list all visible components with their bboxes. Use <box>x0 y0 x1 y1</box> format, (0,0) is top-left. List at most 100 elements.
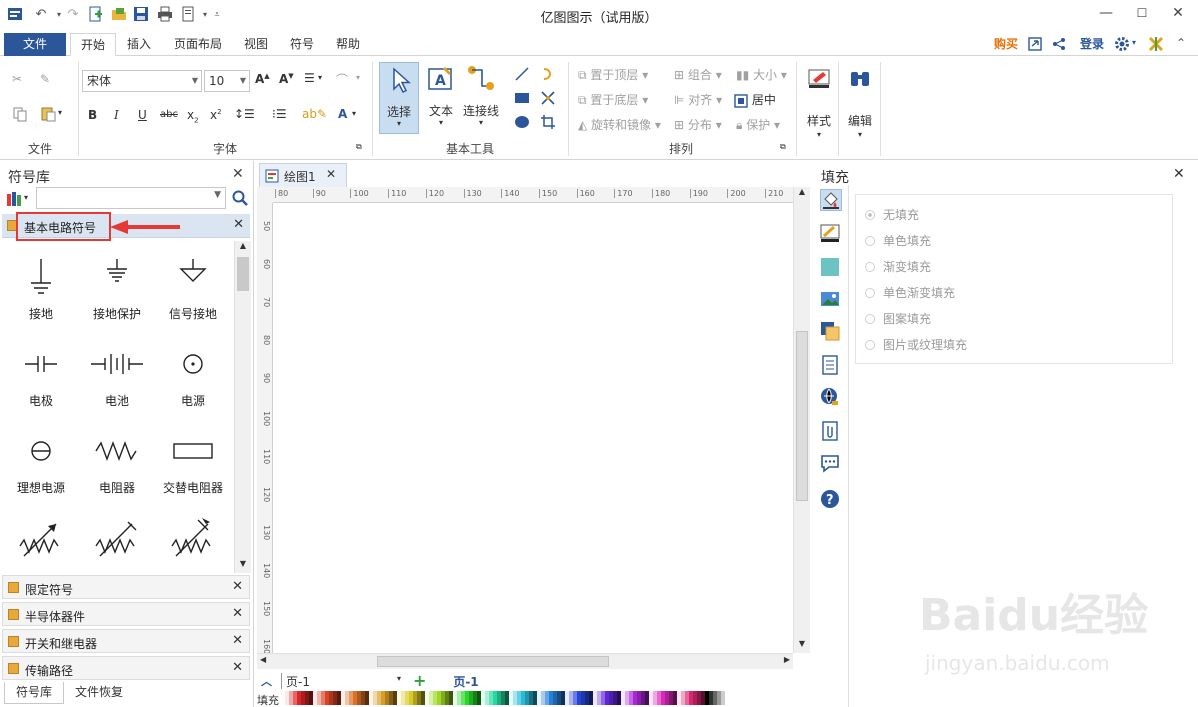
tab-file[interactable]: 文件 <box>4 33 66 56</box>
fill-option-gradient[interactable]: 渐变填充 <box>865 258 931 275</box>
close-icon[interactable]: ✕ <box>232 660 243 675</box>
symbol-battery[interactable]: 电池 <box>79 338 155 424</box>
close-icon[interactable]: ✕ <box>326 167 336 181</box>
symbol-ground[interactable]: 接地 <box>3 251 79 337</box>
page-select[interactable]: 页-1 ▾ <box>281 673 405 689</box>
distribute-button[interactable]: ⊞ 分布 ▾ <box>674 116 722 133</box>
align-text-icon[interactable]: ☰ <box>304 71 315 85</box>
text-arc-dropdown-icon[interactable]: ▾ <box>356 73 360 82</box>
undo-icon[interactable]: ↶ <box>32 6 50 24</box>
cut-icon[interactable]: ✂ <box>12 72 22 86</box>
close-icon[interactable]: ✕ <box>232 166 244 182</box>
settings-dropdown-icon[interactable]: ▾ <box>1132 38 1136 47</box>
screen-share-icon[interactable] <box>1028 37 1042 54</box>
chevron-up-icon[interactable]: ︿ <box>261 673 272 689</box>
crop-tool-icon[interactable] <box>540 114 556 133</box>
fill-bucket-icon[interactable] <box>820 189 842 211</box>
fill-option-single-gradient[interactable]: 单色渐变填充 <box>865 284 955 301</box>
image-icon[interactable] <box>820 289 842 311</box>
add-page-button[interactable]: + <box>413 671 426 690</box>
fill-option-none[interactable]: 无填充 <box>865 206 919 223</box>
color-swatch[interactable] <box>725 691 729 705</box>
rotate-mirror-button[interactable]: ◭ 旋转和镜像 ▾ <box>578 116 661 133</box>
buy-link[interactable]: 购买 <box>988 33 1024 56</box>
tab-symbols[interactable]: 符号 <box>282 33 322 56</box>
rectangle-tool-icon[interactable] <box>514 90 530 109</box>
open-file-icon[interactable] <box>110 6 128 24</box>
paste-icon[interactable] <box>40 106 56 125</box>
align-button[interactable]: ⊫ 对齐 ▾ <box>674 91 722 108</box>
close-button[interactable]: ✕ <box>1160 0 1196 28</box>
page-tab[interactable]: 页-1 <box>441 673 491 689</box>
share-icon[interactable] <box>1052 37 1066 54</box>
edit-button[interactable]: 编辑 ▾ <box>843 64 877 152</box>
tab-help[interactable]: 帮助 <box>328 33 368 56</box>
ellipse-tool-icon[interactable] <box>514 114 530 133</box>
symbol-variable-resistor[interactable] <box>3 512 79 572</box>
font-size-select[interactable]: 10 ▼ <box>204 70 250 92</box>
scroll-down-icon[interactable]: ▼ <box>794 639 810 653</box>
font-dialog-launcher-icon[interactable]: ⧉ <box>356 142 362 152</box>
customize-quick-access-icon[interactable]: ⩡ <box>208 6 226 24</box>
size-button[interactable]: ▮▮ 大小 ▾ <box>736 66 787 83</box>
symbol-adjustable-resistor[interactable] <box>155 512 231 572</box>
save-icon[interactable] <box>132 6 150 24</box>
scroll-left-icon[interactable]: ◀ <box>260 655 266 664</box>
comment-icon[interactable] <box>820 453 842 475</box>
login-link[interactable]: 登录 <box>1074 33 1110 56</box>
search-icon[interactable] <box>232 190 248 209</box>
bold-button[interactable]: B <box>88 108 97 122</box>
library-header-qualifiers[interactable]: 限定符号 ✕ <box>2 575 250 599</box>
align-dropdown-icon[interactable]: ▾ <box>318 73 322 82</box>
scroll-thumb[interactable] <box>377 656 609 667</box>
tab-insert[interactable]: 插入 <box>118 33 160 56</box>
bring-to-front-button[interactable]: ⧉ 置于顶层 ▾ <box>578 66 648 83</box>
line-tool-icon[interactable] <box>514 66 530 85</box>
print-icon[interactable] <box>156 6 174 24</box>
tab-symbol-library[interactable]: 符号库 <box>4 682 64 704</box>
library-dropdown-icon[interactable]: ▾ <box>24 193 28 202</box>
center-button[interactable]: 居中 <box>734 91 776 108</box>
maximize-button[interactable]: ☐ <box>1124 0 1160 28</box>
grow-font-icon[interactable]: A▲ <box>255 72 270 86</box>
strikethrough-button[interactable]: abc <box>160 109 178 120</box>
tab-file-recovery[interactable]: 文件恢复 <box>68 682 130 704</box>
font-color-dropdown-icon[interactable]: ▾ <box>352 109 356 118</box>
canvas-vertical-scrollbar[interactable]: ▲ ▼ <box>793 187 810 653</box>
arc-tool-icon[interactable] <box>540 66 556 85</box>
arrange-dialog-launcher-icon[interactable]: ⧉ <box>780 142 786 152</box>
bullet-list-icon[interactable]: ⁝☰ <box>272 107 287 121</box>
italic-button[interactable]: I <box>114 108 119 122</box>
attachment-icon[interactable] <box>820 421 842 443</box>
symbol-resistor[interactable]: 电阻器 <box>79 425 155 511</box>
symbol-alt-resistor[interactable]: 交替电阻器 <box>155 425 231 511</box>
format-painter-icon[interactable]: ✎ <box>40 72 50 86</box>
tab-view[interactable]: 视图 <box>236 33 276 56</box>
library-header-transmission-paths[interactable]: 传输路径 ✕ <box>2 656 250 680</box>
font-color-icon[interactable]: A <box>338 107 347 121</box>
line-spacing-icon[interactable]: ↕☰ <box>234 107 255 121</box>
copy-icon[interactable] <box>12 106 28 125</box>
symbol-search-input[interactable]: ▼ <box>36 187 226 209</box>
settings-gear-icon[interactable] <box>1114 36 1130 55</box>
fill-option-pattern[interactable]: 图案填充 <box>865 310 931 327</box>
send-to-back-button[interactable]: ⧉ 置于底层 ▾ <box>578 91 648 108</box>
text-arc-icon[interactable]: ⌒ <box>336 71 348 88</box>
app-menu-icon[interactable] <box>6 6 24 24</box>
app-logo-icon[interactable] <box>1148 36 1164 55</box>
close-icon[interactable]: ✕ <box>233 217 244 232</box>
scroll-right-icon[interactable]: ▶ <box>784 655 790 664</box>
close-icon[interactable]: ✕ <box>1173 166 1185 182</box>
symbol-power-source[interactable]: 电源 <box>155 338 231 424</box>
symbol-protective-ground[interactable]: 接地保护 <box>79 251 155 337</box>
symbol-ideal-source[interactable]: 理想电源 <box>3 425 79 511</box>
tab-home[interactable]: 开始 <box>70 33 116 56</box>
font-name-select[interactable]: 宋体 ▼ <box>82 70 202 92</box>
help-icon[interactable]: ? <box>820 489 842 511</box>
scroll-up-icon[interactable]: ▲ <box>235 241 251 255</box>
paste-dropdown-icon[interactable]: ▾ <box>58 108 62 117</box>
style-button[interactable]: 样式 ▾ <box>802 64 836 152</box>
document-tab[interactable]: 绘图1 ✕ <box>259 163 347 187</box>
fill-option-picture-texture[interactable]: 图片或纹理填充 <box>865 336 967 353</box>
redo-icon[interactable]: ↷ <box>64 6 82 24</box>
